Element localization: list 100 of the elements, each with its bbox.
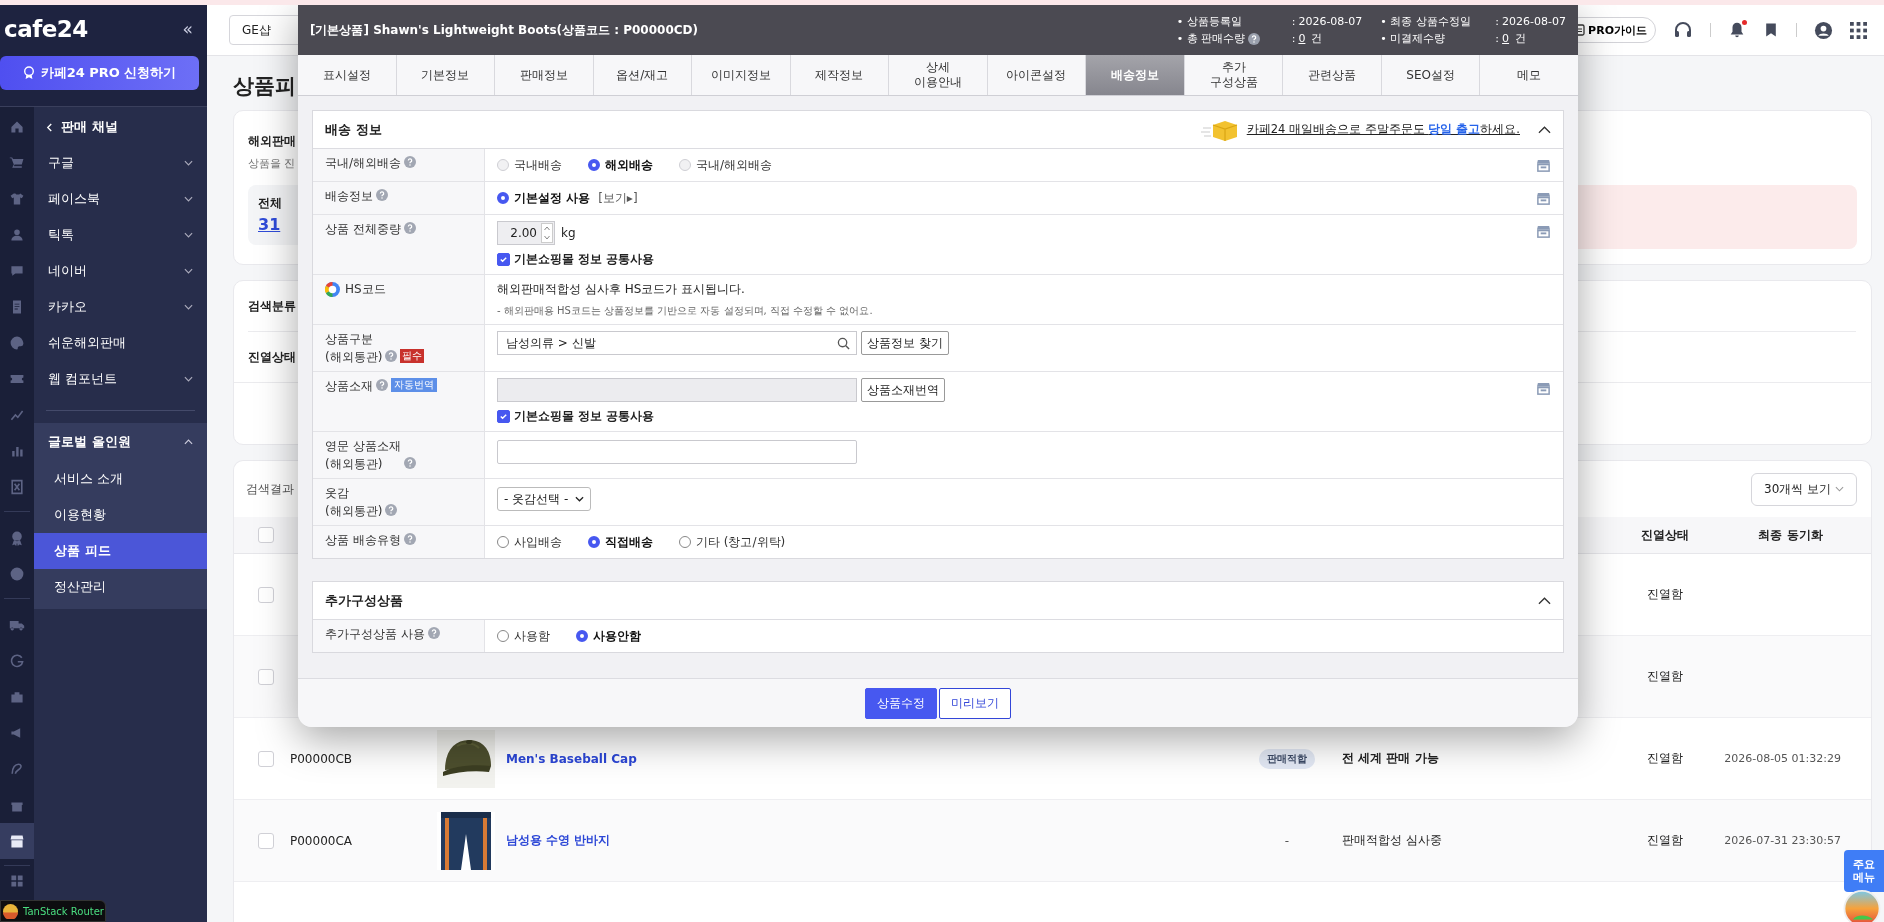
radio-option[interactable]: 기타 (창고/위탁): [679, 533, 786, 551]
tab[interactable]: 옵션/재고: [593, 55, 693, 95]
quick-menu-button[interactable]: 주요 메뉴: [1844, 850, 1884, 892]
search-icon[interactable]: [837, 336, 850, 350]
store-icon[interactable]: [1536, 158, 1551, 173]
sync-time: 2026-07-31 23:30:57: [1724, 834, 1841, 847]
input-field[interactable]: [497, 440, 857, 464]
menu-item[interactable]: 틱톡: [34, 217, 207, 253]
logo[interactable]: cafe24: [4, 16, 88, 42]
checkbox-option[interactable]: 기본쇼핑몰 정보 공통사용: [497, 408, 1536, 425]
submenu-item[interactable]: 상품 피드: [34, 533, 207, 569]
save-button[interactable]: 상품수정: [865, 687, 937, 719]
menu-item[interactable]: 네이버: [34, 253, 207, 289]
headset-icon[interactable]: [1673, 20, 1693, 40]
meta-separator: :: [1495, 32, 1500, 45]
meta-value: 2026-08-07: [1502, 15, 1566, 28]
radio-option[interactable]: 해외배송: [588, 156, 653, 174]
field-label: HS코드: [345, 281, 386, 298]
translate-button[interactable]: 상품소재번역: [861, 378, 945, 402]
promo-link[interactable]: 카페24 매일배송으로 주말주문도 당일 출고하세요.: [1246, 122, 1520, 137]
menu-item[interactable]: 페이스북: [34, 181, 207, 217]
meta-count-link[interactable]: 0: [1298, 32, 1306, 45]
display-status: 진열함: [1647, 668, 1683, 685]
submenu-item[interactable]: 정산관리: [34, 569, 207, 605]
tab[interactable]: 이미지정보: [692, 55, 791, 95]
menu-title: 판매 채널: [61, 118, 118, 136]
radio-option[interactable]: 사용안함: [576, 627, 641, 645]
tab[interactable]: 제작정보: [790, 55, 890, 95]
menu-item[interactable]: 글로벌 올인원: [34, 423, 207, 461]
briefcase-icon: [9, 689, 25, 705]
chevron-down-icon: [575, 496, 584, 502]
help-icon[interactable]: [1248, 32, 1261, 45]
sheet-icon: [9, 479, 25, 495]
number-field[interactable]: 2.00: [497, 221, 555, 245]
tab[interactable]: 관련상품: [1283, 55, 1382, 95]
meta-count-link[interactable]: 0: [1502, 32, 1510, 45]
tab[interactable]: SEO설정: [1381, 55, 1481, 95]
back-link[interactable]: 판매 채널: [34, 109, 207, 145]
sale-status: 전 세계 판매 가능: [1342, 750, 1439, 767]
devtools-button[interactable]: TanStack Router: [0, 900, 106, 922]
fabric-select[interactable]: - 옷감선택 -: [497, 487, 591, 511]
chevron-left-icon: [46, 122, 53, 132]
checkbox[interactable]: [258, 668, 274, 685]
submenu-item[interactable]: 서비스 소개: [34, 461, 207, 497]
tab[interactable]: 상세 이용안내: [889, 55, 988, 95]
search-field[interactable]: 남성의류 > 신발: [497, 331, 857, 355]
checkbox-option[interactable]: 기본쇼핑몰 정보 공통사용: [497, 251, 1536, 268]
menu-item[interactable]: 쉬운해외판매: [34, 325, 207, 361]
filter-label: 검색분류: [248, 297, 296, 315]
tab[interactable]: 추가 구성상품: [1184, 55, 1284, 95]
home-icon: [9, 119, 25, 135]
product-name-link[interactable]: Men's Baseball Cap: [506, 751, 637, 766]
store-icon[interactable]: [1536, 381, 1551, 396]
store-icon[interactable]: [1536, 224, 1551, 239]
checkbox[interactable]: [258, 750, 274, 767]
stat-value[interactable]: 31: [258, 215, 281, 234]
radio-option[interactable]: 사용함: [497, 627, 550, 645]
collapse-button[interactable]: «: [182, 19, 193, 39]
field-label: 추가구성상품 사용: [325, 626, 425, 643]
chevron-icon[interactable]: [1538, 125, 1551, 134]
radio-option[interactable]: 직접배송: [588, 533, 653, 551]
product-code: P00000CB: [290, 751, 353, 766]
menu-label: 카카오: [48, 298, 87, 316]
field-label: 국내/해외배송: [325, 155, 402, 172]
menu-item[interactable]: 구글: [34, 145, 207, 181]
view-link[interactable]: [보기▸]: [598, 189, 638, 207]
checkbox[interactable]: [258, 832, 274, 849]
stat-label: 전체: [258, 195, 282, 212]
bookmark-icon[interactable]: [1763, 21, 1779, 39]
logo-icon: [3, 903, 18, 919]
grid-icon[interactable]: [1850, 21, 1867, 39]
tab[interactable]: 판매정보: [495, 55, 594, 95]
pro-apply-button[interactable]: 카페24 PRO 신청하기: [0, 56, 199, 90]
unit-label: kg: [561, 226, 576, 240]
radio-option[interactable]: 사입배송: [497, 533, 562, 551]
meta-unit: 건: [1310, 31, 1323, 46]
display-status: 진열함: [1647, 586, 1683, 603]
tab[interactable]: 메모: [1480, 55, 1578, 95]
chevron-icon[interactable]: [1538, 596, 1551, 605]
page-size-select[interactable]: 30개씩 보기: [1751, 472, 1857, 506]
user-icon[interactable]: [1814, 20, 1833, 40]
floating-orb-icon[interactable]: [1842, 890, 1882, 922]
submenu-item[interactable]: 이용현황: [34, 497, 207, 533]
menu-item[interactable]: 카카오: [34, 289, 207, 325]
bell-icon[interactable]: [1728, 21, 1746, 39]
meta-label: • 총 판매수량: [1176, 31, 1246, 46]
product-name-link[interactable]: 남성용 수영 반바지: [506, 832, 611, 849]
radio-option[interactable]: 기본설정 사용: [497, 189, 591, 207]
store-icon[interactable]: [1536, 191, 1551, 206]
tab[interactable]: 표시설정: [298, 55, 397, 95]
menu-item[interactable]: 웹 컴포넌트: [34, 361, 207, 397]
devtools-label: TanStack Router: [23, 905, 104, 917]
checkbox[interactable]: [258, 527, 274, 543]
checkbox[interactable]: [258, 586, 274, 603]
stepper-icon[interactable]: [541, 223, 553, 243]
preview-button[interactable]: 미리보기: [939, 687, 1011, 719]
find-button[interactable]: 상품정보 찾기: [861, 331, 949, 355]
tab[interactable]: 기본정보: [396, 55, 496, 95]
person-icon: [9, 227, 25, 243]
field-label: 상품소재: [325, 378, 373, 395]
